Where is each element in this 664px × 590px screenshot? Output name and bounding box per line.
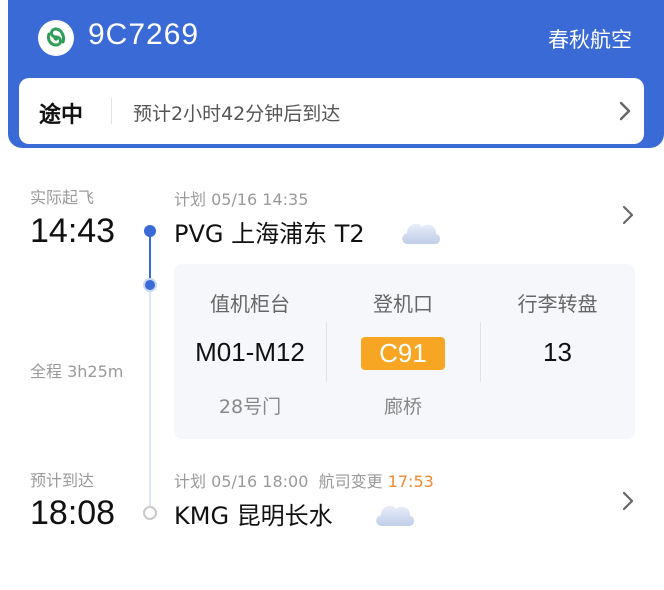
arrival-time: 18:08 [30, 494, 116, 532]
chevron-right-icon[interactable] [620, 490, 636, 512]
gate-title: 登机口 [373, 292, 433, 316]
total-duration: 全程 3h25m [30, 362, 124, 381]
current-position-dot [143, 278, 157, 292]
airport-info-panel: 值机柜台 M01-M12 28号门 登机口 C91 廊桥 行李转盘 13 [174, 264, 635, 439]
checkin-counter-column: 值机柜台 M01-M12 28号门 [174, 264, 326, 439]
checkin-sub: 28号门 [218, 396, 282, 418]
gate-badge: C91 [361, 337, 445, 370]
arrival-plan: 计划 05/16 18:00 [174, 472, 309, 491]
baggage-title: 行李转盘 [517, 292, 598, 316]
gate-sub: 廊桥 [383, 396, 422, 418]
cloud-icon [372, 496, 416, 530]
airline-name: 春秋航空 [548, 28, 632, 52]
checkin-title: 值机柜台 [210, 292, 290, 316]
arrival-dot [143, 506, 157, 520]
status-text: 预计2小时42分钟后到达 [133, 103, 341, 125]
departure-time: 14:43 [30, 212, 116, 250]
status-label: 途中 [39, 103, 84, 128]
chevron-right-icon[interactable] [620, 204, 636, 226]
arrival-airport[interactable]: KMG 昆明长水 [174, 496, 333, 531]
airline-logo-icon [38, 20, 74, 56]
status-divider [111, 98, 112, 124]
baggage-column: 行李转盘 13 [480, 264, 635, 439]
baggage-value: 13 [543, 337, 572, 367]
flight-header-card: 9C7269 春秋航空 途中 预计2小时42分钟后到达 [8, 0, 664, 148]
chevron-right-icon [614, 98, 636, 124]
changed-time: 17:53 [387, 472, 434, 491]
departure-label: 实际起飞 [30, 188, 95, 207]
arrival-plan-line: 计划 05/16 18:00 航司变更 17:53 [174, 468, 434, 492]
departure-dot [144, 225, 156, 237]
checkin-value: M01-M12 [195, 337, 305, 367]
departure-plan: 计划 05/16 14:35 [174, 190, 309, 209]
gate-column: 登机口 C91 廊桥 [326, 264, 480, 439]
flight-number: 9C7269 [88, 18, 200, 51]
departure-airport[interactable]: PVG 上海浦东 T2 [174, 214, 365, 249]
arrival-label: 预计到达 [30, 471, 95, 490]
flight-status-bar[interactable]: 途中 预计2小时42分钟后到达 [19, 78, 644, 144]
cloud-icon [398, 214, 442, 248]
airline-change-label: 航司变更 [318, 472, 383, 491]
timeline-progress [149, 232, 151, 284]
